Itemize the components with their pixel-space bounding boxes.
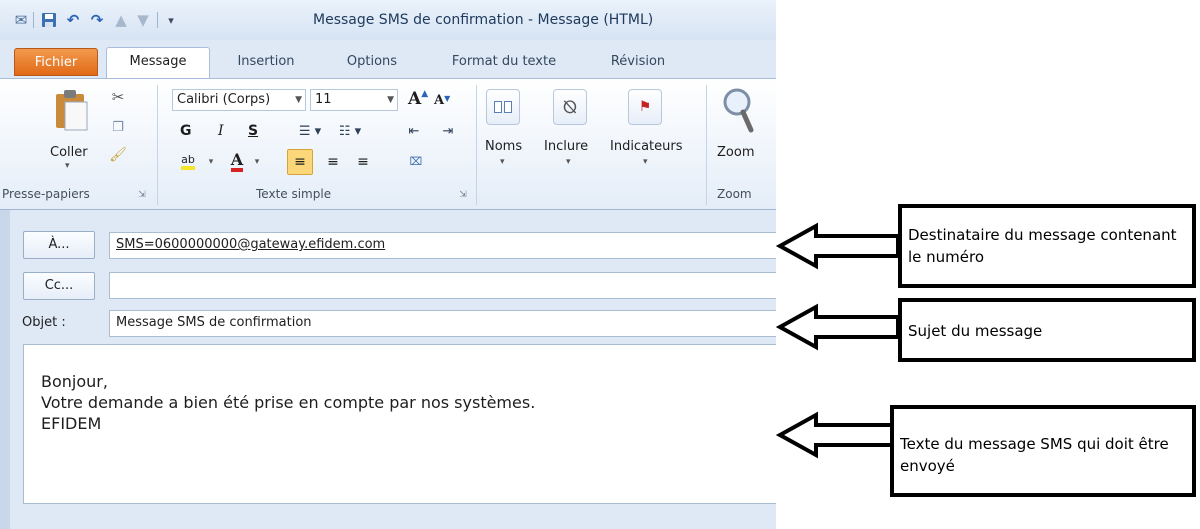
tab-format-text[interactable]: Format du texte [444, 48, 564, 76]
chevron-down-icon[interactable]: ▾ [500, 157, 505, 167]
to-recipient: SMS=0600000000@gateway.efidem.com [116, 237, 386, 252]
outlook-message-window: ✉ ↶ ↷ ▲ ▼ ▾ Message SMS de confirmation … [0, 0, 776, 529]
tab-options[interactable]: Options [332, 48, 412, 76]
previous-item-icon[interactable]: ▲ [112, 11, 130, 29]
callout-sms-text: Texte du message SMS qui doit être envoy… [890, 405, 1196, 497]
chevron-down-icon[interactable]: ▾ [566, 157, 571, 167]
paste-dropdown-icon[interactable]: ▾ [65, 161, 70, 171]
font-color-icon[interactable]: A [226, 151, 248, 173]
message-body[interactable]: Bonjour, Votre demande a bien été prise … [23, 344, 776, 504]
body-line: Bonjour, [41, 372, 108, 391]
italic-button[interactable]: I [218, 123, 224, 139]
chevron-down-icon[interactable]: ▾ [643, 157, 648, 167]
font-size-value: 11 [315, 92, 332, 107]
next-item-icon[interactable]: ▼ [134, 11, 152, 29]
group-separator [706, 85, 707, 205]
clipboard-group-label: Presse-papiers [2, 187, 90, 201]
zoom-group-label: Zoom [717, 187, 752, 201]
to-field[interactable]: SMS=0600000000@gateway.efidem.com [109, 232, 776, 259]
group-separator [476, 85, 477, 205]
subject-field[interactable]: Message SMS de confirmation [109, 310, 776, 337]
window-frame [0, 210, 10, 529]
address-book-icon[interactable] [486, 89, 520, 125]
chevron-down-icon: ▼ [295, 95, 302, 105]
decrease-indent-icon[interactable]: ⇤ [404, 121, 424, 141]
cc-button[interactable]: Cc... [23, 272, 95, 300]
save-icon[interactable] [40, 11, 58, 29]
title-bar: ✉ ↶ ↷ ▲ ▼ ▾ Message SMS de confirmation … [0, 0, 776, 40]
paste-icon[interactable] [52, 87, 92, 133]
redo-icon[interactable]: ↷ [88, 11, 106, 29]
arrow-left-icon [776, 411, 896, 459]
undo-icon[interactable]: ↶ [64, 11, 82, 29]
grow-font-icon[interactable]: A▲ [408, 89, 428, 109]
bold-button[interactable]: G [180, 123, 192, 139]
numbering-icon[interactable]: ☷ ▾ [332, 121, 368, 141]
include-label[interactable]: Inclure [544, 139, 588, 154]
copy-icon[interactable]: ❐ [108, 117, 128, 137]
zoom-label[interactable]: Zoom [717, 145, 754, 160]
callout-recipient: Destinataire du message contenant le num… [898, 204, 1196, 288]
tab-message[interactable]: Message [106, 47, 210, 79]
body-line: Votre demande a bien été prise en compte… [41, 393, 536, 412]
qat-divider-2 [157, 12, 158, 28]
spelling-icon[interactable]: ⌧ [404, 149, 428, 173]
align-right-icon[interactable]: ≡ [350, 149, 376, 175]
tab-review[interactable]: Révision [596, 48, 680, 76]
arrow-left-icon [776, 303, 900, 351]
clipboard-launcher-icon[interactable]: ⇲ [136, 189, 148, 201]
paste-label[interactable]: Coller [50, 145, 88, 160]
shrink-font-icon[interactable]: A▼ [434, 93, 450, 108]
chevron-down-icon[interactable]: ▾ [206, 153, 216, 171]
attach-icon[interactable]: ⦰ [553, 89, 587, 125]
chevron-down-icon[interactable]: ▾ [252, 153, 262, 171]
ribbon-tabs: Fichier Message Insertion Options Format… [0, 40, 776, 79]
font-name-value: Calibri (Corps) [177, 92, 271, 107]
increase-indent-icon[interactable]: ⇥ [438, 121, 458, 141]
ribbon: Coller ▾ ✂ ❐ 🖌 Presse-papiers ⇲ Calibri … [0, 78, 776, 210]
callout-subject: Sujet du message [898, 298, 1196, 362]
names-label[interactable]: Noms [485, 139, 522, 154]
subject-value: Message SMS de confirmation [116, 315, 312, 330]
font-size-select[interactable]: 11 ▼ [310, 89, 398, 111]
align-left-icon[interactable]: ≡ [287, 149, 313, 175]
highlight-icon[interactable]: ab [176, 151, 200, 173]
tab-insert[interactable]: Insertion [226, 48, 306, 76]
window-title: Message SMS de confirmation - Message (H… [313, 12, 654, 28]
font-name-select[interactable]: Calibri (Corps) ▼ [172, 89, 306, 111]
arrow-left-icon [776, 222, 900, 270]
underline-button[interactable]: S [248, 123, 258, 139]
body-line: EFIDEM [41, 414, 102, 433]
basic-text-launcher-icon[interactable]: ⇲ [457, 189, 469, 201]
flags-label[interactable]: Indicateurs [610, 139, 683, 154]
format-painter-icon[interactable]: 🖌 [108, 145, 128, 165]
subject-label: Objet : [22, 315, 66, 330]
align-center-icon[interactable]: ≡ [320, 149, 346, 175]
customize-qat-icon[interactable]: ▾ [162, 11, 180, 29]
tab-file[interactable]: Fichier [14, 48, 98, 76]
bullets-icon[interactable]: ☰ ▾ [292, 121, 328, 141]
qat-divider [33, 12, 34, 28]
basic-text-group-label: Texte simple [256, 187, 332, 201]
chevron-down-icon: ▼ [387, 95, 394, 105]
to-button[interactable]: À... [23, 231, 95, 259]
mail-app-icon: ✉ [14, 11, 28, 29]
flag-icon[interactable]: ⚑ [628, 89, 662, 125]
group-separator [157, 85, 158, 205]
cut-icon[interactable]: ✂ [108, 87, 128, 107]
zoom-icon[interactable] [720, 85, 756, 135]
cc-field[interactable] [109, 272, 776, 299]
